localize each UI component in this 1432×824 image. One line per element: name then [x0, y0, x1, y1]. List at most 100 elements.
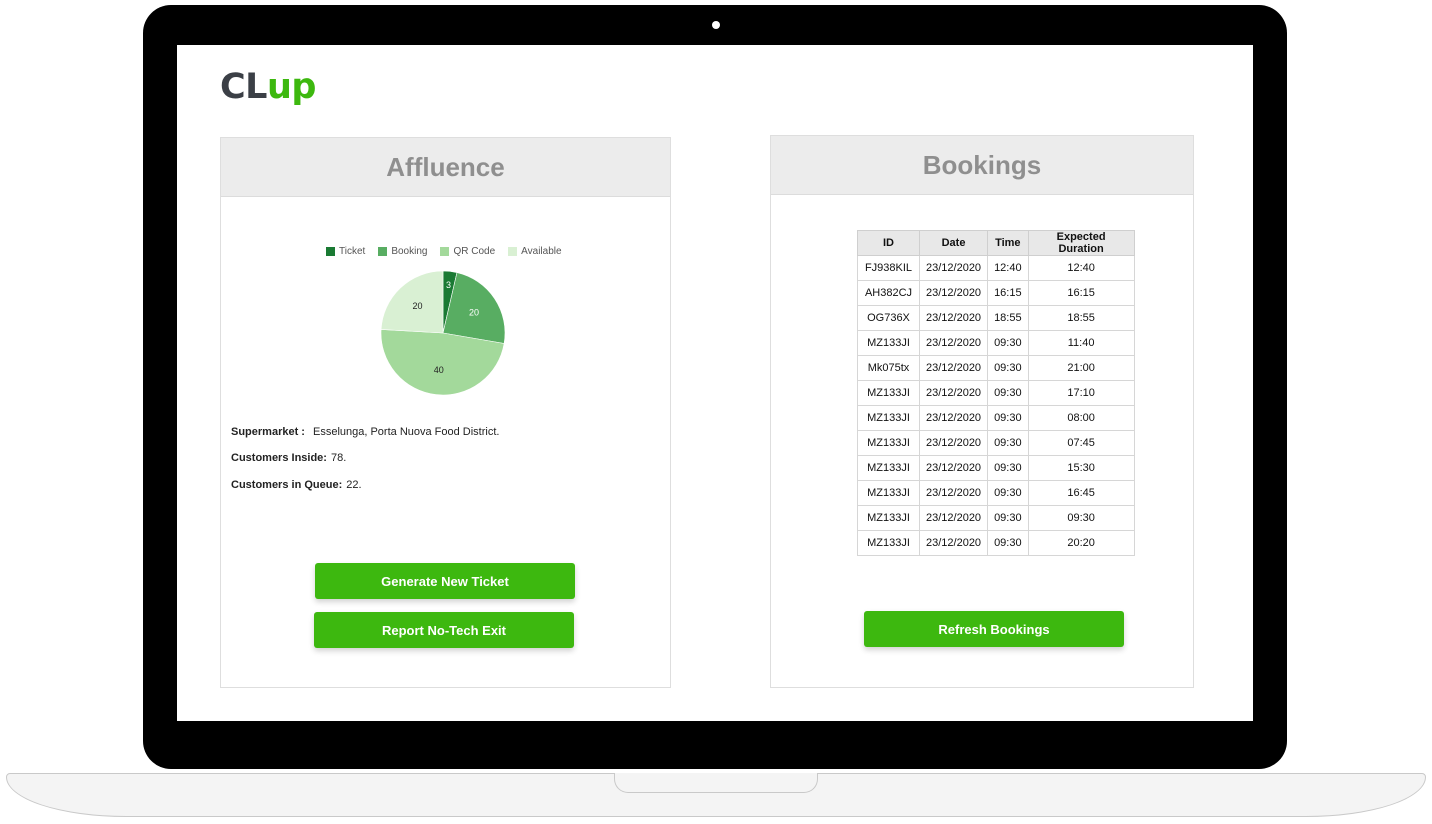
table-row[interactable]: MZ133JI 23/12/2020 09:30 17:10: [857, 380, 1135, 406]
table-row[interactable]: OG736X 23/12/2020 18:55 18:55: [857, 305, 1135, 331]
laptop-notch: [614, 773, 818, 793]
affluence-pie-chart: 3 20 40 20: [381, 271, 506, 396]
cell-time: 09:30: [987, 480, 1029, 506]
cell-id: AH382CJ: [857, 280, 920, 306]
cell-date: 23/12/2020: [918, 280, 989, 306]
cell-id: MZ133JI: [857, 480, 920, 506]
customers-inside-label: Customers Inside:: [231, 452, 327, 464]
cell-date: 23/12/2020: [918, 255, 989, 281]
cell-expected-duration: 11:40: [1027, 330, 1135, 356]
cell-expected-duration: 16:45: [1027, 480, 1135, 506]
cell-id: MZ133JI: [857, 530, 920, 556]
cell-expected-duration: 09:30: [1027, 505, 1135, 531]
table-row[interactable]: MZ133JI 23/12/2020 09:30 07:45: [857, 430, 1135, 456]
camera-icon: [712, 21, 720, 29]
legend-label-available: Available: [521, 246, 562, 257]
legend-item-qr-code[interactable]: QR Code: [440, 246, 495, 257]
cell-id: OG736X: [857, 305, 920, 331]
cell-expected-duration: 08:00: [1027, 405, 1135, 431]
legend-label-ticket: Ticket: [339, 246, 366, 257]
cell-date: 23/12/2020: [918, 455, 989, 481]
report-no-tech-exit-button[interactable]: Report No-Tech Exit: [314, 612, 574, 648]
cell-id: Mk075tx: [857, 355, 920, 381]
bookings-panel: Bookings ID Date Time Expected Duration …: [770, 135, 1194, 688]
cell-expected-duration: 07:45: [1027, 430, 1135, 456]
legend-label-qr-code: QR Code: [453, 246, 496, 257]
column-header-date: Date: [918, 230, 989, 256]
generate-ticket-button[interactable]: Generate New Ticket: [315, 563, 575, 599]
chart-legend: Ticket Booking QR Code Available: [326, 246, 575, 257]
refresh-bookings-button[interactable]: Refresh Bookings: [864, 611, 1124, 647]
cell-id: MZ133JI: [857, 430, 920, 456]
bookings-table: ID Date Time Expected Duration FJ938KIL 2…: [857, 230, 1135, 556]
cell-id: MZ133JI: [857, 505, 920, 531]
cell-expected-duration: 15:30: [1027, 455, 1135, 481]
cell-time: 09:30: [987, 405, 1029, 431]
logo-text-cl: CL: [220, 67, 268, 107]
table-row[interactable]: Mk075tx 23/12/2020 09:30 21:00: [857, 355, 1135, 381]
legend-swatch-qr-code: [440, 247, 450, 256]
table-row[interactable]: MZ133JI 23/12/2020 09:30 16:45: [857, 480, 1135, 506]
cell-date: 23/12/2020: [918, 305, 989, 331]
affluence-header: Affluence: [221, 138, 670, 197]
affluence-panel: Affluence Ticket Booking QR Code Availab…: [220, 137, 671, 688]
customers-queue-value: 22.: [346, 479, 362, 491]
table-row[interactable]: MZ133JI 23/12/2020 09:30 08:00: [857, 405, 1135, 431]
cell-date: 23/12/2020: [918, 405, 989, 431]
cell-expected-duration: 16:15: [1027, 280, 1135, 306]
cell-time: 18:55: [987, 305, 1029, 331]
table-row[interactable]: AH382CJ 23/12/2020 16:15 16:15: [857, 280, 1135, 306]
legend-item-ticket[interactable]: Ticket: [326, 246, 365, 257]
supermarket-value: Esselunga, Porta Nuova Food District.: [312, 426, 500, 438]
cell-time: 16:15: [987, 280, 1029, 306]
app-screen: CLup Affluence Ticket Booking QR Code Av…: [177, 45, 1253, 721]
app-logo[interactable]: CLup: [220, 67, 316, 107]
cell-expected-duration: 21:00: [1027, 355, 1135, 381]
cell-time: 09:30: [987, 430, 1029, 456]
cell-time: 09:30: [987, 530, 1029, 556]
column-header-id: ID: [857, 230, 920, 256]
cell-time: 09:30: [987, 380, 1029, 406]
pie-label-ticket: 3: [446, 280, 451, 290]
supermarket-label: Supermarket :: [231, 426, 305, 438]
legend-swatch-booking: [378, 247, 388, 256]
legend-item-available[interactable]: Available: [508, 246, 562, 257]
cell-expected-duration: 20:20: [1027, 530, 1135, 556]
cell-time: 12:40: [987, 255, 1029, 281]
cell-time: 09:30: [987, 455, 1029, 481]
cell-time: 09:30: [987, 330, 1029, 356]
cell-id: MZ133JI: [857, 455, 920, 481]
table-row[interactable]: MZ133JI 23/12/2020 09:30 15:30: [857, 455, 1135, 481]
customers-inside-value: 78.: [330, 452, 347, 464]
cell-id: MZ133JI: [857, 380, 920, 406]
customers-queue-label: Customers in Queue:: [231, 479, 343, 491]
column-header-expected-duration: Expected Duration: [1027, 230, 1135, 256]
cell-date: 23/12/2020: [918, 505, 989, 531]
cell-id: MZ133JI: [857, 405, 920, 431]
legend-swatch-ticket: [326, 247, 335, 256]
legend-swatch-available: [508, 247, 518, 256]
table-header-row: ID Date Time Expected Duration: [857, 230, 1135, 256]
cell-expected-duration: 17:10: [1027, 380, 1135, 406]
legend-item-booking[interactable]: Booking: [378, 246, 427, 257]
bookings-title: Bookings: [922, 149, 1042, 180]
cell-date: 23/12/2020: [918, 430, 989, 456]
cell-date: 23/12/2020: [918, 330, 989, 356]
table-row[interactable]: MZ133JI 23/12/2020 09:30 09:30: [857, 505, 1135, 531]
bookings-table-body: FJ938KIL 23/12/2020 12:40 12:40 AH382CJ 23/12…: [857, 255, 1135, 556]
table-row[interactable]: MZ133JI 23/12/2020 09:30 20:20: [857, 530, 1135, 556]
cell-time: 09:30: [987, 355, 1029, 381]
pie-label-booking: 20: [469, 307, 479, 317]
cell-id: FJ938KIL: [857, 255, 920, 281]
cell-expected-duration: 18:55: [1027, 305, 1135, 331]
table-row[interactable]: MZ133JI 23/12/2020 09:30 11:40: [857, 330, 1135, 356]
cell-date: 23/12/2020: [918, 480, 989, 506]
cell-id: MZ133JI: [857, 330, 920, 356]
cell-date: 23/12/2020: [918, 530, 989, 556]
table-row[interactable]: FJ938KIL 23/12/2020 12:40 12:40: [857, 255, 1135, 281]
legend-label-booking: Booking: [391, 246, 428, 257]
logo-text-up: up: [267, 67, 316, 107]
cell-expected-duration: 12:40: [1027, 255, 1135, 281]
cell-date: 23/12/2020: [918, 355, 989, 381]
customers-queue-info: Customers in Queue: 22.: [231, 479, 362, 491]
